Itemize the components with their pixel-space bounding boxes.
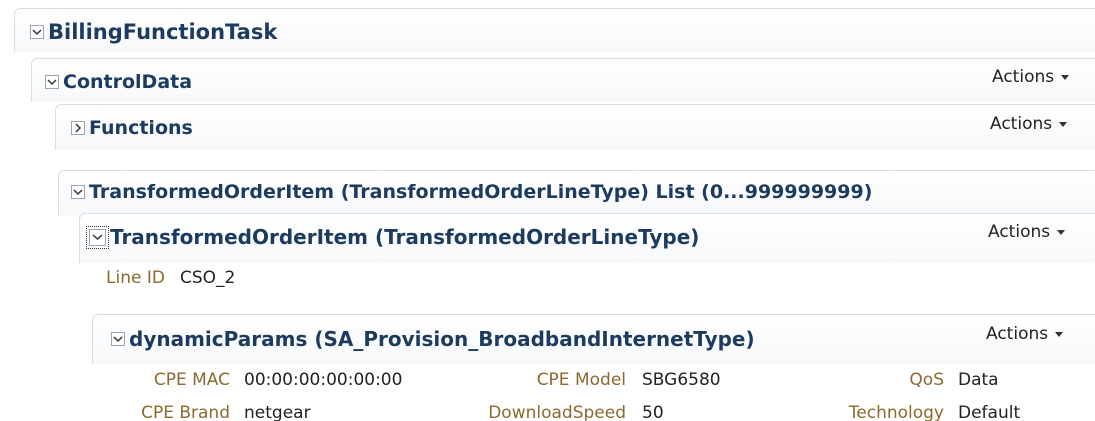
functions-panel <box>55 104 1095 150</box>
line-id-label: Line ID <box>106 268 165 288</box>
line-id-value: CSO_2 <box>180 268 236 288</box>
control-data-actions-button[interactable]: Actions <box>992 66 1070 88</box>
actions-label: Actions <box>992 67 1055 87</box>
dynamic-params-title: dynamicParams (SA_Provision_BroadbandInt… <box>129 327 755 351</box>
dynamic-params-actions-button[interactable]: Actions <box>986 323 1064 345</box>
chevron-right-icon[interactable] <box>71 121 85 135</box>
caret-down-icon <box>1057 229 1066 235</box>
transformed-list-header: TransformedOrderItem (TransformedOrderLi… <box>71 180 872 204</box>
cpe-mac-value: 00:00:00:00:00:00 <box>244 370 403 390</box>
download-speed-label: DownloadSpeed <box>488 403 626 421</box>
cpe-model-label: CPE Model <box>536 370 626 390</box>
control-data-title: ControlData <box>63 71 193 93</box>
chevron-down-icon[interactable] <box>45 75 59 89</box>
qos-value: Data <box>958 370 999 390</box>
billing-function-task-header: BillingFunctionTask <box>30 20 277 44</box>
cpe-brand-value: netgear <box>244 403 311 421</box>
actions-label: Actions <box>986 324 1049 344</box>
transformed-list-title: TransformedOrderItem (TransformedOrderLi… <box>89 181 873 203</box>
cpe-mac-label: CPE MAC <box>153 370 230 390</box>
download-speed-value: 50 <box>642 403 664 421</box>
actions-label: Actions <box>988 222 1051 242</box>
caret-down-icon <box>1055 331 1064 337</box>
qos-label: QoS <box>909 370 944 390</box>
transformed-item-actions-button[interactable]: Actions <box>988 221 1066 243</box>
billing-function-task-view: BillingFunctionTask ControlData Actions … <box>0 0 1095 421</box>
chevron-down-icon[interactable] <box>111 332 125 346</box>
chevron-down-icon[interactable] <box>30 25 44 39</box>
actions-label: Actions <box>990 114 1053 134</box>
functions-header: Functions <box>71 116 193 140</box>
functions-actions-button[interactable]: Actions <box>990 113 1068 135</box>
caret-down-icon <box>1061 74 1070 80</box>
dynamic-params-header: dynamicParams (SA_Provision_BroadbandInt… <box>111 326 755 352</box>
control-data-header: ControlData <box>45 70 192 94</box>
transformed-item-header: TransformedOrderItem (TransformedOrderLi… <box>86 224 700 250</box>
cpe-model-value: SBG6580 <box>642 370 721 390</box>
functions-title: Functions <box>89 117 193 139</box>
cpe-brand-label: CPE Brand <box>141 403 230 421</box>
technology-label: Technology <box>848 403 944 421</box>
chevron-down-icon[interactable] <box>86 225 109 249</box>
chevron-down-icon[interactable] <box>71 185 85 199</box>
billing-function-task-title: BillingFunctionTask <box>48 20 278 44</box>
technology-value: Default <box>958 403 1021 421</box>
transformed-item-title: TransformedOrderItem (TransformedOrderLi… <box>110 225 700 249</box>
caret-down-icon <box>1059 121 1068 127</box>
